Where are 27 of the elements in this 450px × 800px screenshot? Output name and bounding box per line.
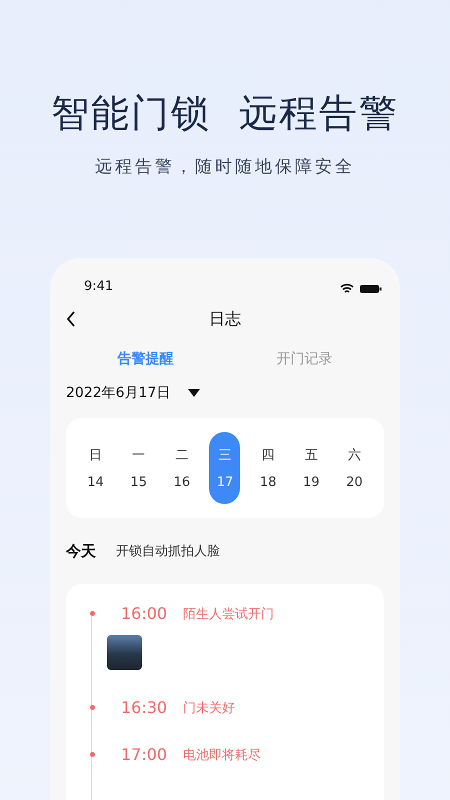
headline-title: 智能门锁 远程告警 (50, 90, 400, 137)
calendar-day[interactable]: 四 18 (252, 432, 284, 504)
calendar-day[interactable]: 日 14 (80, 432, 112, 504)
today-label: 今天 (66, 542, 96, 560)
calendar-day[interactable]: 五 19 (296, 432, 327, 504)
status-time: 9:41 (84, 279, 114, 294)
today-note: 开锁自动抓拍人脸 (116, 543, 220, 560)
event-time: 16:30 (121, 698, 168, 717)
timeline-dot (90, 611, 95, 616)
event-text: 门未关好 (183, 700, 236, 716)
timeline-dot (90, 752, 95, 757)
headline-subtitle: 远程告警，随时随地保障安全 (95, 156, 355, 178)
wifi-icon (340, 283, 354, 294)
calendar-day[interactable]: 二 16 (166, 432, 198, 504)
timeline-dot (90, 705, 95, 710)
photo-placeholder[interactable] (107, 635, 142, 670)
calendar-day[interactable]: 六 20 (338, 432, 370, 504)
date-dropdown[interactable]: 2022年6月17日 (66, 384, 200, 402)
battery-icon (360, 284, 382, 294)
event-time: 16:00 (121, 604, 168, 623)
calendar-day[interactable]: 一 15 (123, 432, 154, 504)
caret-icon (188, 389, 200, 397)
back-icon[interactable] (66, 311, 76, 327)
page-title: 日志 (209, 308, 241, 330)
event-text: 陌生人尝试开门 (183, 606, 274, 622)
event-time: 17:00 (121, 745, 168, 764)
event-text: 电池即将耗尽 (183, 746, 262, 764)
